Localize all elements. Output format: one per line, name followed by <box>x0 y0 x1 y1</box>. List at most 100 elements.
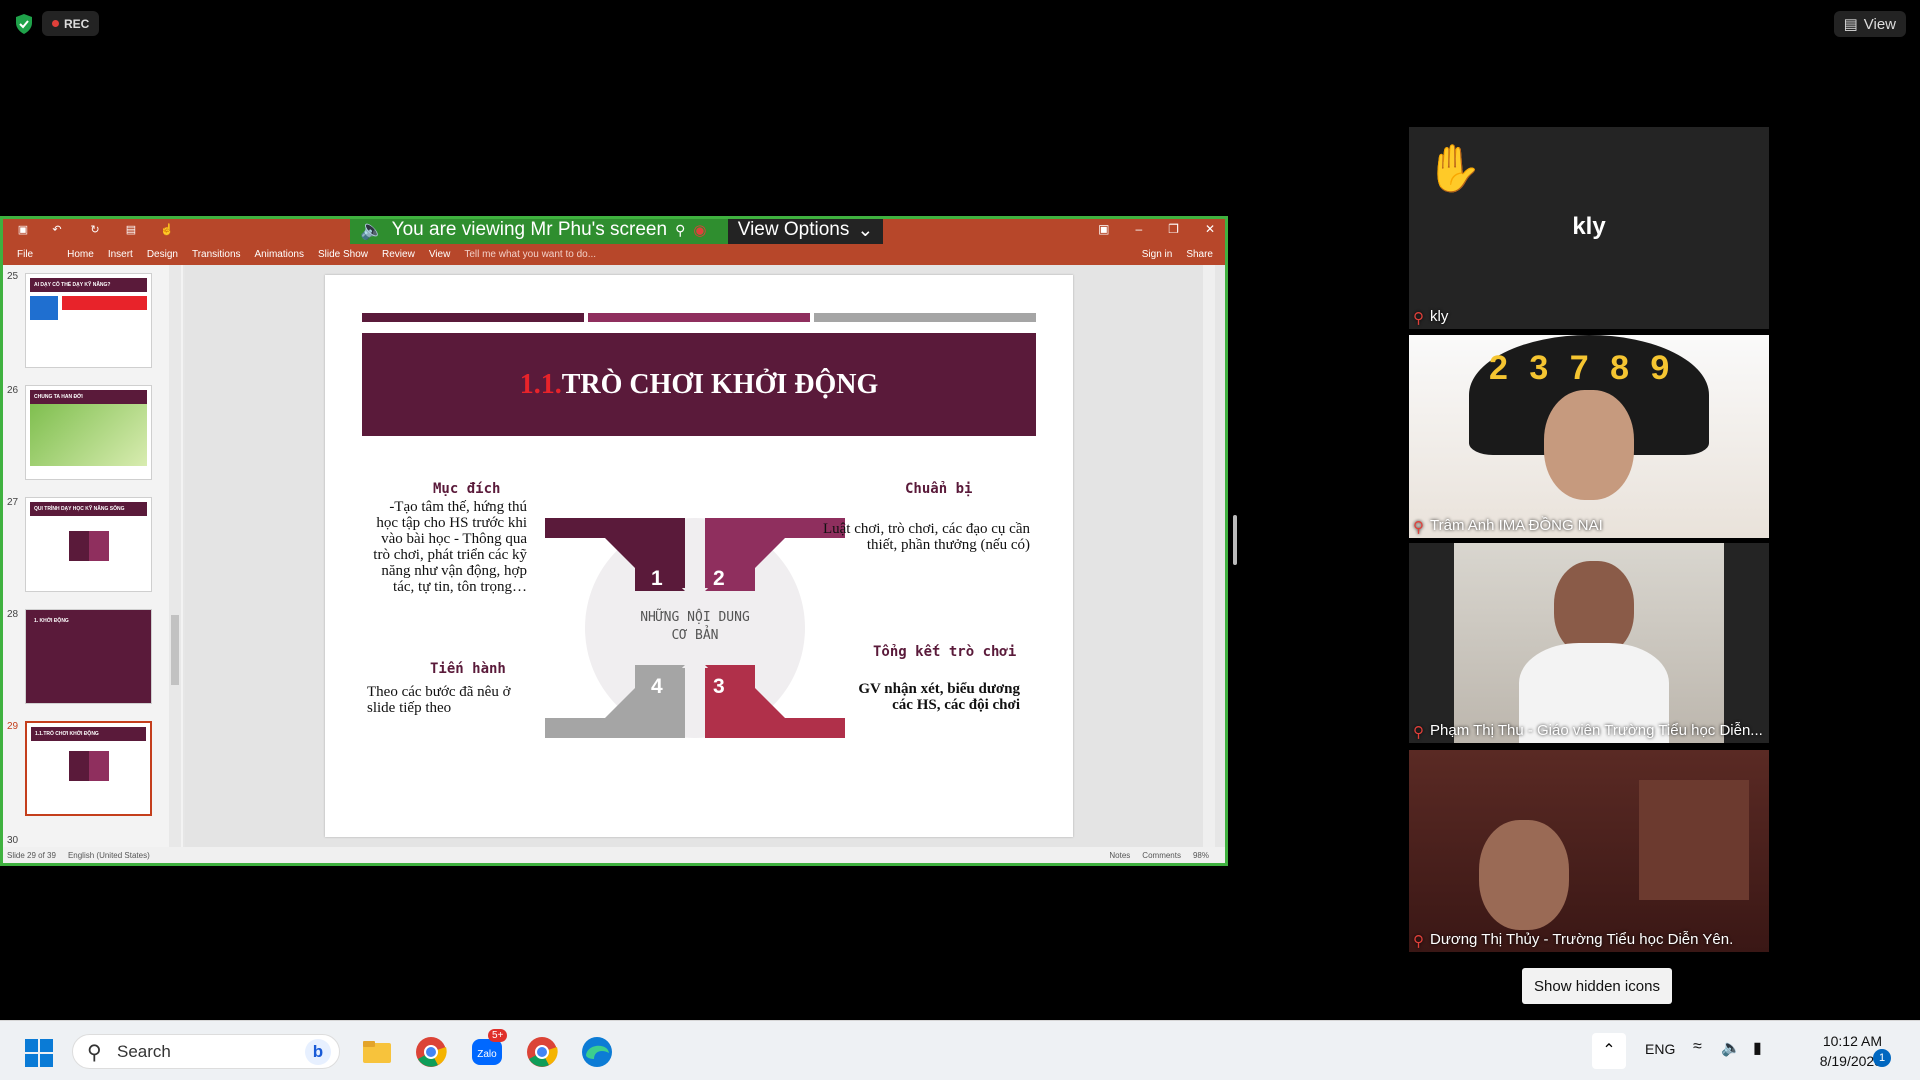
recording-indicator[interactable]: REC <box>42 11 100 36</box>
thumb-number: 27 <box>7 497 19 508</box>
mic-muted-icon: ⚲ <box>1413 309 1424 327</box>
wifi-icon[interactable]: ≈ <box>1693 1038 1702 1056</box>
mic-muted-icon: ⚲ <box>1413 932 1424 950</box>
viewing-banner-text: You are viewing Mr Phu's screen <box>391 219 668 240</box>
participant-tile-pham-thi-thu[interactable]: ⚲ Phạm Thị Thu - Giáo viên Trường Tiểu h… <box>1409 543 1769 743</box>
restore-icon[interactable]: ❐ <box>1168 222 1179 236</box>
notification-badge[interactable]: 1 <box>1873 1049 1891 1067</box>
participant-name: ⚲ Phạm Thị Thu - Giáo viên Trường Tiểu h… <box>1413 722 1763 741</box>
tell-me-input[interactable]: Tell me what you want to do... <box>464 249 596 260</box>
input-language[interactable]: ENG <box>1645 1041 1675 1057</box>
avatar-numbers: 2 3 7 8 9 <box>1489 349 1676 387</box>
edge-icon[interactable] <box>580 1035 614 1069</box>
undo-icon[interactable]: ↶ <box>49 223 65 237</box>
zoom-level[interactable]: 98% <box>1193 851 1209 860</box>
save-icon[interactable]: ▣ <box>15 223 31 237</box>
thumb-number: 28 <box>7 609 19 620</box>
title-stripe <box>588 313 810 322</box>
chrome-profile-icon[interactable] <box>525 1035 559 1069</box>
battery-icon[interactable]: ▮ <box>1753 1038 1762 1058</box>
windows-start-icon[interactable] <box>24 1038 54 1068</box>
taskbar-search[interactable]: ⚲ Search b <box>72 1034 340 1069</box>
tab-design[interactable]: Design <box>147 249 178 260</box>
file-explorer-icon[interactable] <box>360 1035 394 1069</box>
mic-muted-icon: ⚲ <box>1413 518 1424 536</box>
thumbnail-slide-25[interactable]: AI DẠY CÔ THỂ DẠY KỸ NĂNG? <box>25 273 152 368</box>
thumbnail-scrollbar[interactable] <box>169 265 181 847</box>
close-icon[interactable]: ✕ <box>1205 222 1215 236</box>
thumb-title: QUI TRÌNH DẠY HỌC KỸ NĂNG SỐNG <box>30 502 147 516</box>
notes-button[interactable]: Notes <box>1109 851 1130 860</box>
tien-hanh-text: Theo các bước đã nêu ở slide tiếp theo <box>367 684 511 716</box>
comments-button[interactable]: Comments <box>1142 851 1181 860</box>
search-label: Search <box>117 1041 171 1061</box>
participant-tile-tram-anh[interactable]: 2 3 7 8 9 ⚲ Trâm Anh IMA ĐỒNG NAI <box>1409 335 1769 538</box>
window-controls: ▣ – ❐ ✕ <box>1098 222 1215 236</box>
chevron-down-icon: ⌄ <box>857 219 874 241</box>
redo-icon[interactable]: ↻ <box>87 223 103 237</box>
volume-icon[interactable]: 🔈 <box>1721 1038 1741 1058</box>
tab-animations[interactable]: Animations <box>255 249 304 260</box>
tab-view[interactable]: View <box>429 249 451 260</box>
participant-tile-duong-thi-thuy[interactable]: ⚲ Dương Thị Thủy - Trường Tiểu học Diễn … <box>1409 750 1769 952</box>
slide-thumbnail-pane: 25 AI DẠY CÔ THỂ DẠY KỸ NĂNG? 26 CHUNG T… <box>3 265 183 847</box>
tab-review[interactable]: Review <box>382 249 415 260</box>
clock-time: 10:12 AM <box>1822 1033 1882 1049</box>
minimize-icon[interactable]: – <box>1135 222 1142 236</box>
bing-icon[interactable]: b <box>305 1039 331 1065</box>
background-stairs <box>1639 780 1749 900</box>
thumb-title: 1. KHỞI ĐỘNG <box>34 618 69 624</box>
chevron-up-icon[interactable]: ⌃ <box>1592 1033 1626 1069</box>
share-button[interactable]: Share <box>1186 249 1213 260</box>
thumbnail-slide-27[interactable]: QUI TRÌNH DẠY HỌC KỸ NĂNG SỐNG <box>25 497 152 592</box>
zalo-icon[interactable]: Zalo 5+ <box>470 1029 508 1069</box>
tab-file[interactable]: File <box>17 249 33 260</box>
slide-counter: Slide 29 of 39 <box>7 850 56 860</box>
view-options-button[interactable]: View Options ⌄ <box>728 219 883 244</box>
tab-slide-show[interactable]: Slide Show <box>318 249 368 260</box>
tab-home[interactable]: Home <box>67 249 94 260</box>
title-stripe <box>814 313 1036 322</box>
thumb-number: 25 <box>7 271 19 282</box>
arrow-4-label: 4 <box>651 675 663 698</box>
chrome-icon[interactable] <box>414 1035 448 1069</box>
arrow-2-label: 2 <box>713 567 725 590</box>
panel-splitter[interactable] <box>1233 515 1237 565</box>
language-indicator[interactable]: English (United States) <box>68 851 150 860</box>
participant-name-text: Phạm Thị Thu - Giáo viên Trường Tiểu học… <box>1430 722 1763 739</box>
taskbar: ⚲ Search b Zalo 5+ ⌃ ENG ≈ 🔈 ▮ 10:12 AM … <box>0 1020 1920 1080</box>
avatar <box>1479 820 1569 930</box>
thumb-number: 29 <box>7 721 19 732</box>
slide-canvas: 1.1. TRÒ CHƠI KHỞI ĐỘNG 1 2 3 4 NHỮNG NỘ… <box>185 265 1215 847</box>
shared-screen: ▣ ↶ ↻ ▤ ☝ ▣ – ❐ ✕ File Home Insert Desig… <box>0 216 1228 866</box>
tong-ket-heading: Tổng kết trò chơi <box>873 644 1017 660</box>
system-clock[interactable]: 10:12 AM 8/19/2023 <box>1796 1031 1882 1071</box>
thumbnail-slide-28[interactable]: 1. KHỞI ĐỘNG <box>25 609 152 704</box>
tab-insert[interactable]: Insert <box>108 249 133 260</box>
present-icon[interactable]: ▤ <box>123 223 139 237</box>
slide-scrollbar[interactable] <box>1203 265 1215 847</box>
tab-transitions[interactable]: Transitions <box>192 249 241 260</box>
thumbnail-slide-26[interactable]: CHUNG TA HAN ĐỞI <box>25 385 152 480</box>
ribbon-display-icon[interactable]: ▣ <box>1098 222 1109 236</box>
svg-text:Zalo: Zalo <box>477 1049 497 1060</box>
thumbnail-slide-29[interactable]: 1.1.TRÒ CHƠI KHỞI ĐỘNG <box>25 721 152 816</box>
participant-tile-kly[interactable]: ✋ kly ⚲ kly <box>1409 127 1769 329</box>
avatar <box>1544 390 1634 500</box>
mic-muted-icon: ⚲ <box>675 221 686 238</box>
center-line-1: NHỮNG NỘI DUNG <box>640 610 750 625</box>
slide-title: 1.1. TRÒ CHƠI KHỞI ĐỘNG <box>362 333 1036 436</box>
center-line-2: CƠ BẢN <box>671 628 719 643</box>
participant-name: ⚲ Dương Thị Thủy - Trường Tiểu học Diễn … <box>1413 931 1733 950</box>
speaker-icon: 🔈 <box>360 220 384 241</box>
arrow-1-label: 1 <box>651 567 663 590</box>
tong-ket-text: GV nhận xét, biểu dương các HS, các đội … <box>858 681 1020 713</box>
sign-in-link[interactable]: Sign in <box>1142 249 1173 260</box>
ppt-ribbon-tabs: File Home Insert Design Transitions Anim… <box>3 243 1225 265</box>
view-button[interactable]: ▤ View <box>1833 11 1906 37</box>
stop-icon: ◉ <box>693 222 707 239</box>
thumb-title: AI DẠY CÔ THỂ DẠY KỸ NĂNG? <box>30 278 147 292</box>
security-shield-icon[interactable] <box>12 12 36 36</box>
touch-mode-icon[interactable]: ☝ <box>159 223 175 237</box>
participant-name: ⚲ kly <box>1413 308 1448 327</box>
